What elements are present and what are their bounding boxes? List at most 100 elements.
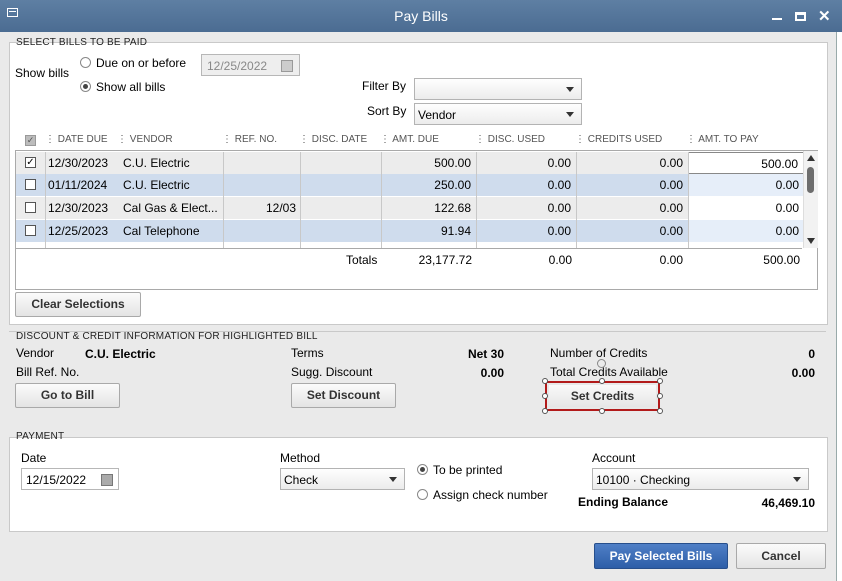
grid-divider [476, 152, 477, 248]
cell-ref-no [223, 220, 301, 242]
grid-divider [300, 152, 301, 248]
due-date-value: 12/25/2022 [207, 59, 268, 73]
cell-amt-to-pay[interactable]: 0.00 [688, 197, 804, 219]
chevron-down-icon [566, 87, 574, 92]
scroll-down-icon[interactable] [807, 238, 815, 244]
table-row[interactable]: ✓ 12/30/2023 C.U. Electric 500.00 0.00 0… [16, 152, 804, 174]
header-select-all-checkbox[interactable]: ✓ [25, 135, 36, 146]
discount-credit-panel [9, 331, 826, 420]
due-on-before-radio[interactable] [80, 57, 91, 68]
col-header-amt-to-pay[interactable]: ⋮ AMT. TO PAY [686, 134, 759, 145]
cell-date-due: 12/30/2023 [48, 156, 109, 170]
cell-ref-no [223, 152, 301, 174]
selection-handle [599, 378, 605, 384]
date-label: Date [21, 451, 47, 465]
selection-handle [657, 408, 663, 414]
cell-amt-due: 250.00 [434, 178, 471, 192]
totals-credits-used: 0.00 [659, 253, 683, 267]
calendar-icon[interactable] [101, 474, 113, 486]
grid-divider [223, 152, 224, 248]
row-checkbox[interactable] [25, 179, 36, 190]
row-checkbox[interactable]: ✓ [25, 157, 36, 168]
sugg-discount-label: Sugg. Discount [291, 365, 373, 379]
cell-vendor: C.U. Electric [123, 178, 190, 192]
cancel-button[interactable]: Cancel [736, 543, 826, 569]
discount-credit-title: DISCOUNT & CREDIT INFORMATION FOR HIGHLI… [16, 331, 318, 342]
calendar-icon [281, 60, 293, 72]
payment-title: PAYMENT [16, 431, 65, 442]
pay-selected-bills-button[interactable]: Pay Selected Bills [594, 543, 728, 569]
num-credits-value: 0 [808, 347, 815, 361]
table-row[interactable]: 12/25/2023 Cal Telephone 91.94 0.00 0.00… [16, 220, 804, 242]
vendor-label: Vendor [16, 346, 55, 360]
selection-handle [599, 408, 605, 414]
set-credits-label: Set Credits [570, 389, 635, 403]
due-on-before-label[interactable]: Due on or before [96, 56, 186, 70]
cell-disc-date [301, 197, 381, 219]
col-header-ref-no[interactable]: ⋮ REF. NO. [222, 134, 277, 145]
grid-divider [688, 152, 689, 248]
select-bills-title: SELECT BILLS TO BE PAID [16, 37, 148, 48]
col-header-amt-due[interactable]: ⋮ AMT. DUE [380, 134, 439, 145]
account-select[interactable]: 10100 · Checking [592, 468, 809, 490]
set-credits-button[interactable]: Set Credits [545, 381, 660, 411]
col-header-vendor[interactable]: ⋮ VENDOR [117, 134, 173, 145]
clear-selections-button[interactable]: Clear Selections [15, 292, 141, 317]
to-be-printed-radio[interactable] [417, 464, 428, 475]
method-select[interactable]: Check [280, 468, 405, 490]
scroll-thumb[interactable] [807, 167, 814, 193]
chevron-down-icon [793, 477, 801, 482]
cell-disc-date [301, 174, 381, 196]
filter-by-select[interactable] [414, 78, 582, 100]
col-header-disc-used[interactable]: ⋮ DISC. USED [475, 134, 545, 145]
set-discount-button[interactable]: Set Discount [291, 383, 396, 408]
cell-amt-to-pay[interactable]: 0.00 [688, 174, 804, 196]
table-row[interactable]: 01/11/2024 C.U. Electric 250.00 0.00 0.0… [16, 174, 804, 196]
bill-ref-label: Bill Ref. No. [16, 365, 80, 379]
cell-vendor: Cal Telephone [123, 224, 200, 238]
cell-disc-used: 0.00 [547, 224, 571, 238]
title-bar: Pay Bills ✕ [0, 0, 842, 32]
maximize-icon[interactable] [795, 12, 806, 21]
cell-disc-used: 0.00 [547, 178, 571, 192]
table-row[interactable]: 12/30/2023 Cal Gas & Elect... 12/03 122.… [16, 197, 804, 219]
cell-amt-to-pay[interactable]: 0.00 [688, 220, 804, 242]
close-icon[interactable]: ✕ [818, 7, 831, 25]
cell-date-due: 01/11/2024 [48, 178, 108, 192]
method-label: Method [280, 451, 321, 465]
col-header-disc-date[interactable]: ⋮ DISC. DATE [299, 134, 367, 145]
assign-check-number-label[interactable]: Assign check number [433, 488, 548, 502]
cancel-label: Cancel [761, 549, 801, 563]
go-to-bill-button[interactable]: Go to Bill [15, 383, 120, 408]
assign-check-number-radio[interactable] [417, 489, 428, 500]
cell-disc-date [301, 152, 381, 174]
cell-disc-used: 0.00 [547, 156, 571, 170]
window-title: Pay Bills [394, 8, 448, 24]
show-all-bills-radio[interactable] [80, 81, 91, 92]
row-checkbox[interactable] [25, 225, 36, 236]
cell-amt-to-pay-input[interactable]: 500.00 [688, 152, 804, 174]
payment-date-field[interactable]: 12/15/2022 [21, 468, 119, 490]
minimize-icon[interactable] [772, 18, 782, 20]
sort-by-label: Sort By [367, 104, 407, 118]
show-all-bills-label[interactable]: Show all bills [96, 80, 165, 94]
ending-balance-value: 46,469.10 [761, 496, 815, 510]
col-header-date-due[interactable]: ⋮ DATE DUE [45, 134, 108, 145]
grid-divider [576, 152, 577, 248]
go-to-bill-label: Go to Bill [40, 388, 95, 402]
table-scrollbar[interactable] [803, 151, 818, 248]
col-header-credits-used[interactable]: ⋮ CREDITS USED [575, 134, 662, 145]
cell-amt-due: 122.68 [434, 201, 471, 215]
scroll-up-icon[interactable] [807, 155, 815, 161]
cell-date-due: 12/25/2023 [48, 224, 109, 238]
to-be-printed-label[interactable]: To be printed [433, 463, 502, 477]
sort-by-value: Vendor [418, 108, 457, 122]
terms-value: Net 30 [467, 347, 504, 361]
vendor-value: C.U. Electric [85, 347, 156, 361]
chevron-down-icon [566, 112, 574, 117]
sort-by-select[interactable]: Vendor [414, 103, 582, 125]
pay-selected-bills-label: Pay Selected Bills [609, 549, 713, 563]
cell-ref-no [223, 174, 301, 196]
account-label: Account [592, 451, 636, 465]
row-checkbox[interactable] [25, 202, 36, 213]
